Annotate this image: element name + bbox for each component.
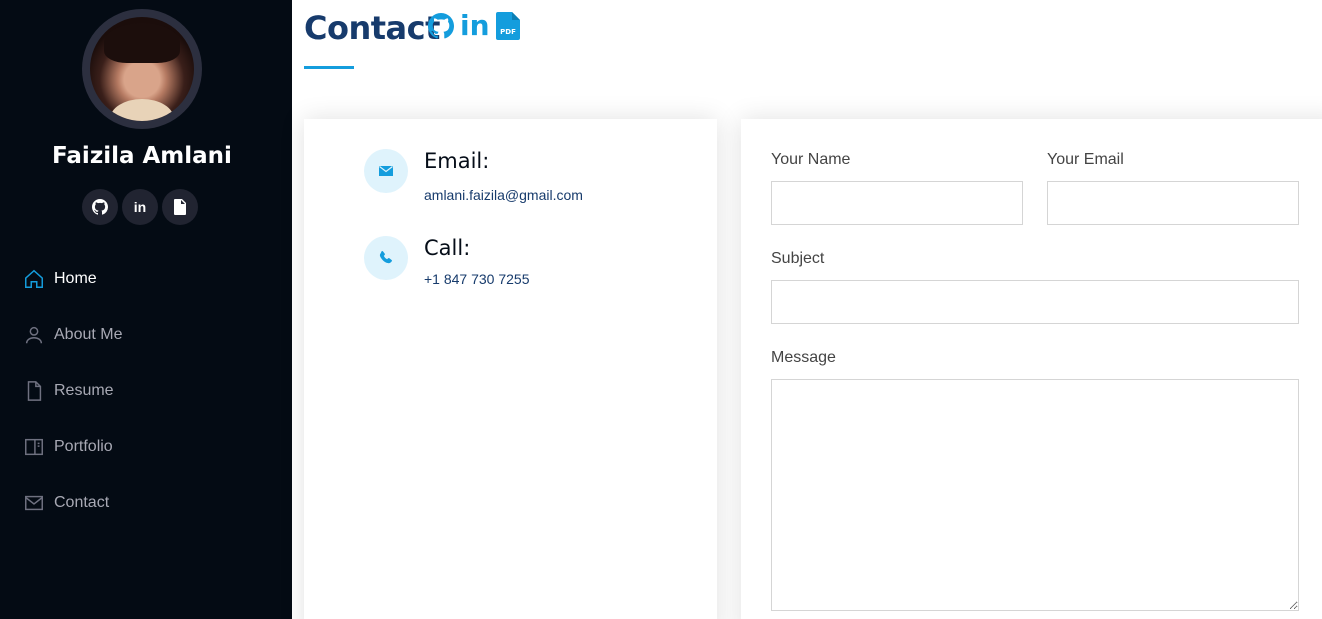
profile-name: Faizila Amlani xyxy=(52,143,232,169)
nav-item-home[interactable]: Home xyxy=(0,251,292,307)
call-heading: Call: xyxy=(424,236,471,260)
phone-value[interactable]: +1 847 730 7255 xyxy=(424,271,530,287)
phone-icon xyxy=(379,251,392,264)
contact-info-card: Email: amlani.faizila@gmail.com Call: +1… xyxy=(304,119,717,619)
email-heading: Email: xyxy=(424,149,490,173)
github-icon xyxy=(92,199,108,215)
profile-photo xyxy=(90,17,194,121)
pdf-icon xyxy=(174,199,186,215)
envelope-icon xyxy=(379,166,393,176)
subject-label: Subject xyxy=(771,250,825,267)
file-icon xyxy=(27,381,42,401)
nav-label: Contact xyxy=(54,494,110,511)
github-link[interactable] xyxy=(82,189,118,225)
title-icons: in PDF xyxy=(428,12,520,40)
nav-label: Home xyxy=(54,270,97,287)
nav-item-resume[interactable]: Resume xyxy=(0,363,292,419)
sidebar: Faizila Amlani in Home About Me Resume P… xyxy=(0,0,292,619)
phone-icon-circle xyxy=(364,236,408,280)
pdf-icon[interactable]: PDF xyxy=(495,12,520,40)
nav-label: About Me xyxy=(54,326,123,343)
page-title: Contact xyxy=(304,9,440,47)
name-input[interactable] xyxy=(771,181,1023,225)
person-icon xyxy=(25,326,43,344)
nav-item-portfolio[interactable]: Portfolio xyxy=(0,419,292,475)
main-nav: Home About Me Resume Portfolio Contact xyxy=(0,251,292,531)
subject-input[interactable] xyxy=(771,280,1299,324)
envelope-icon xyxy=(25,495,43,511)
svg-text:PDF: PDF xyxy=(500,28,516,36)
book-icon xyxy=(25,438,43,456)
github-icon[interactable] xyxy=(428,13,454,39)
nav-label: Portfolio xyxy=(54,438,113,455)
email-input[interactable] xyxy=(1047,181,1299,225)
contact-form-card: Your Name Your Email Subject Message xyxy=(741,119,1322,619)
linkedin-icon[interactable]: in xyxy=(460,12,490,40)
title-underline xyxy=(304,66,354,69)
linkedin-icon: in xyxy=(133,199,147,215)
email-value[interactable]: amlani.faizila@gmail.com xyxy=(424,187,583,203)
email-label: Your Email xyxy=(1047,151,1124,168)
avatar xyxy=(82,9,202,129)
pdf-link[interactable] xyxy=(162,189,198,225)
home-icon xyxy=(25,269,43,288)
message-label: Message xyxy=(771,349,836,366)
nav-item-about[interactable]: About Me xyxy=(0,307,292,363)
linkedin-link[interactable]: in xyxy=(122,189,158,225)
name-label: Your Name xyxy=(771,151,851,168)
email-icon-circle xyxy=(364,149,408,193)
nav-label: Resume xyxy=(54,382,114,399)
nav-item-contact[interactable]: Contact xyxy=(0,475,292,531)
message-textarea[interactable] xyxy=(771,379,1299,611)
